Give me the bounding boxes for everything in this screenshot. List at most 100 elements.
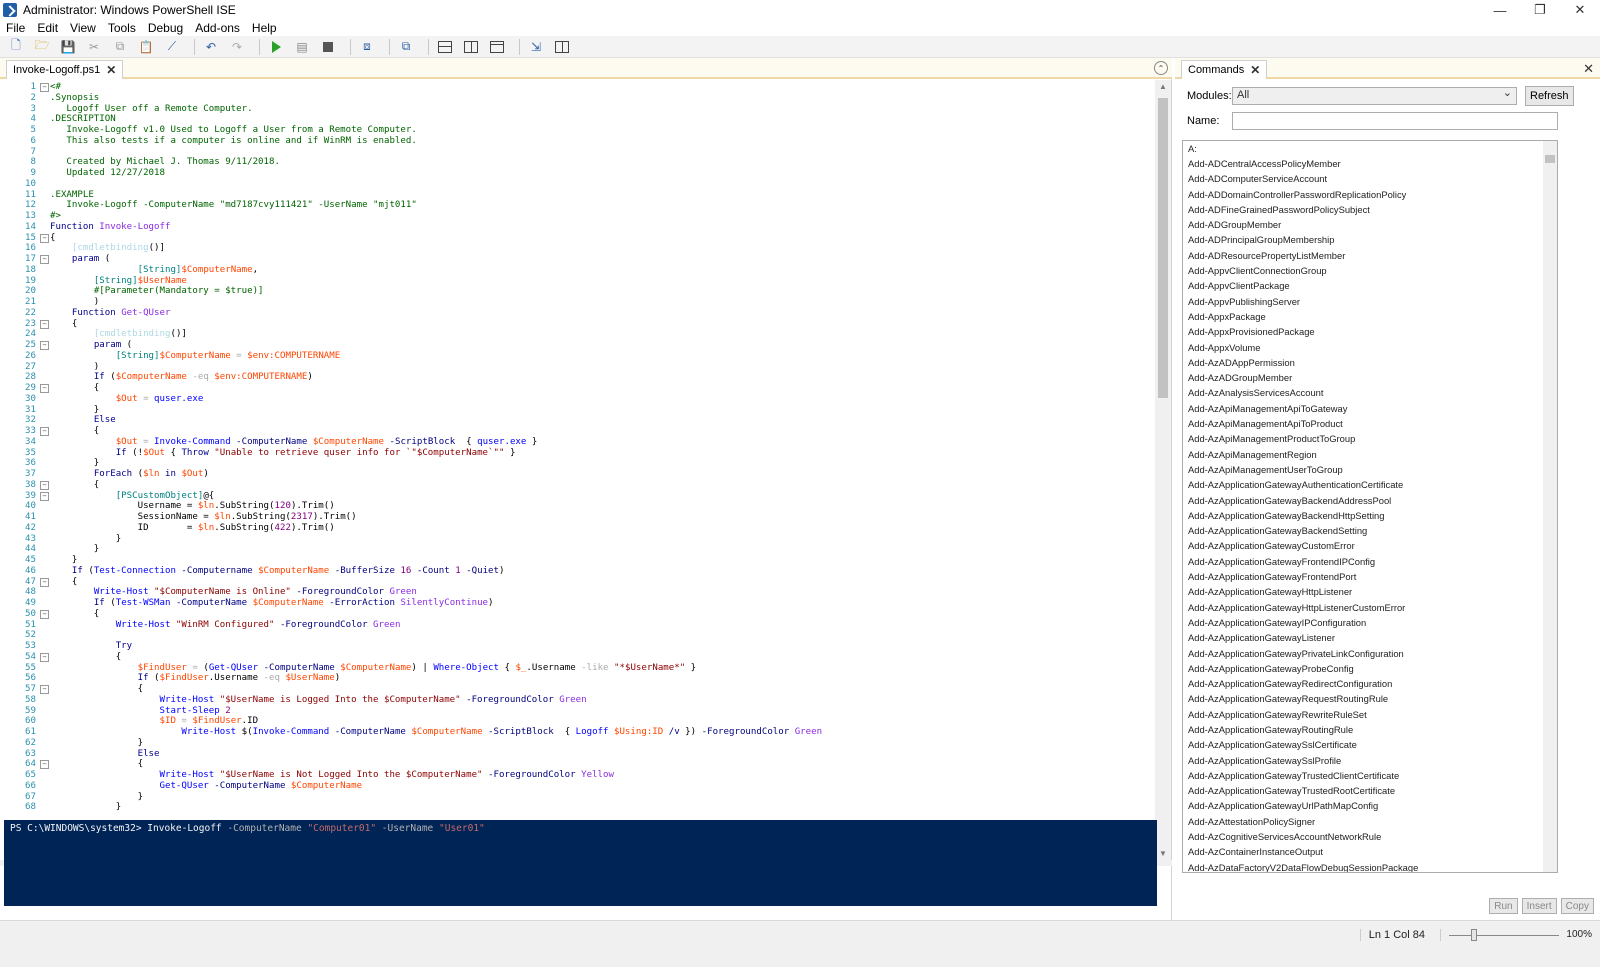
- save-icon[interactable]: 💾: [58, 38, 78, 56]
- restore-button[interactable]: ❐: [1520, 0, 1560, 20]
- run-script-icon[interactable]: [266, 38, 286, 56]
- show-commands-icon[interactable]: [552, 38, 572, 56]
- close-tab-icon[interactable]: ✕: [106, 63, 116, 77]
- command-list-item[interactable]: Add-AzDataFactoryV2DataFlowDebugSessionP…: [1183, 860, 1557, 872]
- fold-toggle-icon[interactable]: [40, 480, 50, 491]
- command-list-item[interactable]: Add-AzApplicationGatewayIPConfiguration: [1183, 615, 1557, 630]
- start-powershell-icon[interactable]: ⧉: [396, 38, 416, 56]
- layout-top-icon[interactable]: [435, 38, 455, 56]
- refresh-button[interactable]: Refresh: [1525, 86, 1574, 106]
- command-list-item[interactable]: Add-AzContainerInstanceOutput: [1183, 844, 1557, 859]
- command-list-item[interactable]: Add-AzApplicationGatewayTrustedRootCerti…: [1183, 783, 1557, 798]
- open-icon[interactable]: 🗁: [32, 38, 52, 56]
- command-list-item[interactable]: Add-AppvPublishingServer: [1183, 294, 1557, 309]
- fold-toggle-icon[interactable]: [40, 340, 50, 351]
- command-list-item[interactable]: Add-AzApplicationGatewayRoutingRule: [1183, 722, 1557, 737]
- command-list-item[interactable]: Add-ADComputerServiceAccount: [1183, 171, 1557, 186]
- command-list-item[interactable]: Add-AppvClientConnectionGroup: [1183, 263, 1557, 278]
- fold-toggle-icon[interactable]: [40, 491, 50, 502]
- command-list-item[interactable]: Add-AzApplicationGatewayListener: [1183, 630, 1557, 645]
- command-list-item[interactable]: Add-AzApplicationGatewayAuthenticationCe…: [1183, 477, 1557, 492]
- fold-margin[interactable]: [40, 82, 50, 813]
- command-list-item[interactable]: Add-AzApplicationGatewayBackendHttpSetti…: [1183, 508, 1557, 523]
- command-list-item[interactable]: Add-AzApplicationGatewayFrontendPort: [1183, 569, 1557, 584]
- command-list-item[interactable]: Add-AzApiManagementUserToGroup: [1183, 462, 1557, 477]
- copy-icon[interactable]: ⧉: [110, 38, 130, 56]
- minimize-button[interactable]: —: [1480, 0, 1520, 20]
- modules-dropdown[interactable]: All: [1232, 86, 1517, 105]
- command-list-item[interactable]: Add-AzApplicationGatewayHttpListener: [1183, 584, 1557, 599]
- command-list-item[interactable]: Add-ADGroupMember: [1183, 217, 1557, 232]
- layout-right-icon[interactable]: [461, 38, 481, 56]
- zoom-slider-knob[interactable]: [1471, 929, 1477, 941]
- fold-toggle-icon[interactable]: [40, 319, 50, 330]
- close-commands-pane-icon[interactable]: ✕: [1583, 61, 1594, 77]
- undo-icon[interactable]: ↶: [201, 38, 221, 56]
- command-list-item[interactable]: Add-ADCentralAccessPolicyMember: [1183, 156, 1557, 171]
- command-list-item[interactable]: Add-AppxVolume: [1183, 340, 1557, 355]
- insert-button[interactable]: Insert: [1521, 898, 1557, 914]
- name-filter-input[interactable]: [1232, 112, 1558, 130]
- command-list-item[interactable]: Add-AppxProvisionedPackage: [1183, 324, 1557, 339]
- fold-toggle-icon[interactable]: [40, 684, 50, 695]
- collapse-pane-icon[interactable]: ⌃: [1154, 61, 1168, 75]
- menu-tools[interactable]: Tools: [102, 21, 142, 35]
- command-list-item[interactable]: Add-ADFineGrainedPasswordPolicySubject: [1183, 202, 1557, 217]
- menu-help[interactable]: Help: [246, 21, 283, 35]
- command-list-item[interactable]: Add-AzApplicationGatewayBackendSetting: [1183, 523, 1557, 538]
- command-list-item[interactable]: Add-AzApplicationGatewayTrustedClientCer…: [1183, 768, 1557, 783]
- menu-addons[interactable]: Add-ons: [189, 21, 246, 35]
- fold-toggle-icon[interactable]: [40, 233, 50, 244]
- close-commands-tab-icon[interactable]: ✕: [1250, 63, 1260, 77]
- run-button[interactable]: Run: [1489, 898, 1518, 914]
- new-remote-tab-icon[interactable]: ⧈: [357, 38, 377, 56]
- command-list-item[interactable]: Add-AzAnalysisServicesAccount: [1183, 385, 1557, 400]
- show-script-icon[interactable]: ⇲: [526, 38, 546, 56]
- fold-toggle-icon[interactable]: [40, 609, 50, 620]
- fold-toggle-icon[interactable]: [40, 383, 50, 394]
- command-list-item[interactable]: Add-AppvClientPackage: [1183, 278, 1557, 293]
- fold-toggle-icon[interactable]: [40, 652, 50, 663]
- zoom-slider[interactable]: [1440, 929, 1560, 941]
- paste-icon[interactable]: 📋: [136, 38, 156, 56]
- console-pane[interactable]: PS C:\WINDOWS\system32> Invoke-Logoff -C…: [4, 820, 1157, 906]
- command-list-item[interactable]: Add-ADPrincipalGroupMembership: [1183, 232, 1557, 247]
- command-list-item[interactable]: Add-AzApplicationGatewayCustomError: [1183, 538, 1557, 553]
- command-list-item[interactable]: Add-AzApplicationGatewayHttpListenerCust…: [1183, 600, 1557, 615]
- new-file-icon[interactable]: 🗋: [6, 38, 26, 56]
- menu-edit[interactable]: Edit: [31, 21, 64, 35]
- command-list-item[interactable]: Add-AzADGroupMember: [1183, 370, 1557, 385]
- command-list-item[interactable]: Add-AzApplicationGatewayRequestRoutingRu…: [1183, 691, 1557, 706]
- commands-scroll-thumb[interactable]: [1545, 155, 1555, 163]
- scroll-up-icon[interactable]: ▲: [1159, 82, 1167, 91]
- command-list-item[interactable]: Add-AzApplicationGatewayBackendAddressPo…: [1183, 493, 1557, 508]
- command-list-item[interactable]: Add-AzApplicationGatewayPrivateLinkConfi…: [1183, 646, 1557, 661]
- editor-scroll-thumb[interactable]: [1158, 98, 1168, 398]
- menu-file[interactable]: File: [0, 21, 31, 35]
- code-text[interactable]: <# .Synopsis Logoff User off a Remote Com…: [50, 82, 822, 813]
- layout-max-icon[interactable]: [487, 38, 507, 56]
- command-list-item[interactable]: Add-ADResourcePropertyListMember: [1183, 248, 1557, 263]
- editor-scrollbar[interactable]: ▲ ▼: [1155, 80, 1171, 860]
- fold-toggle-icon[interactable]: [40, 577, 50, 588]
- command-list-item[interactable]: Add-AzApiManagementApiToGateway: [1183, 401, 1557, 416]
- command-list-item[interactable]: Add-AzAttestationPolicySigner: [1183, 814, 1557, 829]
- tab-invoke-logoff[interactable]: Invoke-Logoff.ps1 ✕: [6, 60, 124, 79]
- menu-debug[interactable]: Debug: [142, 21, 189, 35]
- stop-icon[interactable]: [318, 38, 338, 56]
- command-list-item[interactable]: Add-AzADAppPermission: [1183, 355, 1557, 370]
- command-list-item[interactable]: Add-AzApiManagementRegion: [1183, 447, 1557, 462]
- command-list-item[interactable]: Add-AppxPackage: [1183, 309, 1557, 324]
- redo-icon[interactable]: ↷: [227, 38, 247, 56]
- command-list-item[interactable]: Add-ADDomainControllerPasswordReplicatio…: [1183, 187, 1557, 202]
- fold-toggle-icon[interactable]: [40, 759, 50, 770]
- run-selection-icon[interactable]: ▤: [292, 38, 312, 56]
- command-list-item[interactable]: Add-AzApiManagementApiToProduct: [1183, 416, 1557, 431]
- code-editor[interactable]: 1 2 3 4 5 6 7 8 9 10 11 12 13 14 15 16 17 18 19 20 21 22 23 24 2…: [0, 80, 1156, 860]
- cut-icon[interactable]: ✂: [84, 38, 104, 56]
- tab-commands[interactable]: Commands ✕: [1181, 60, 1268, 79]
- fold-toggle-icon[interactable]: [40, 82, 50, 93]
- command-list-item[interactable]: Add-AzApplicationGatewayRewriteRuleSet: [1183, 707, 1557, 722]
- fold-toggle-icon[interactable]: [40, 254, 50, 265]
- command-list-item[interactable]: Add-AzApiManagementProductToGroup: [1183, 431, 1557, 446]
